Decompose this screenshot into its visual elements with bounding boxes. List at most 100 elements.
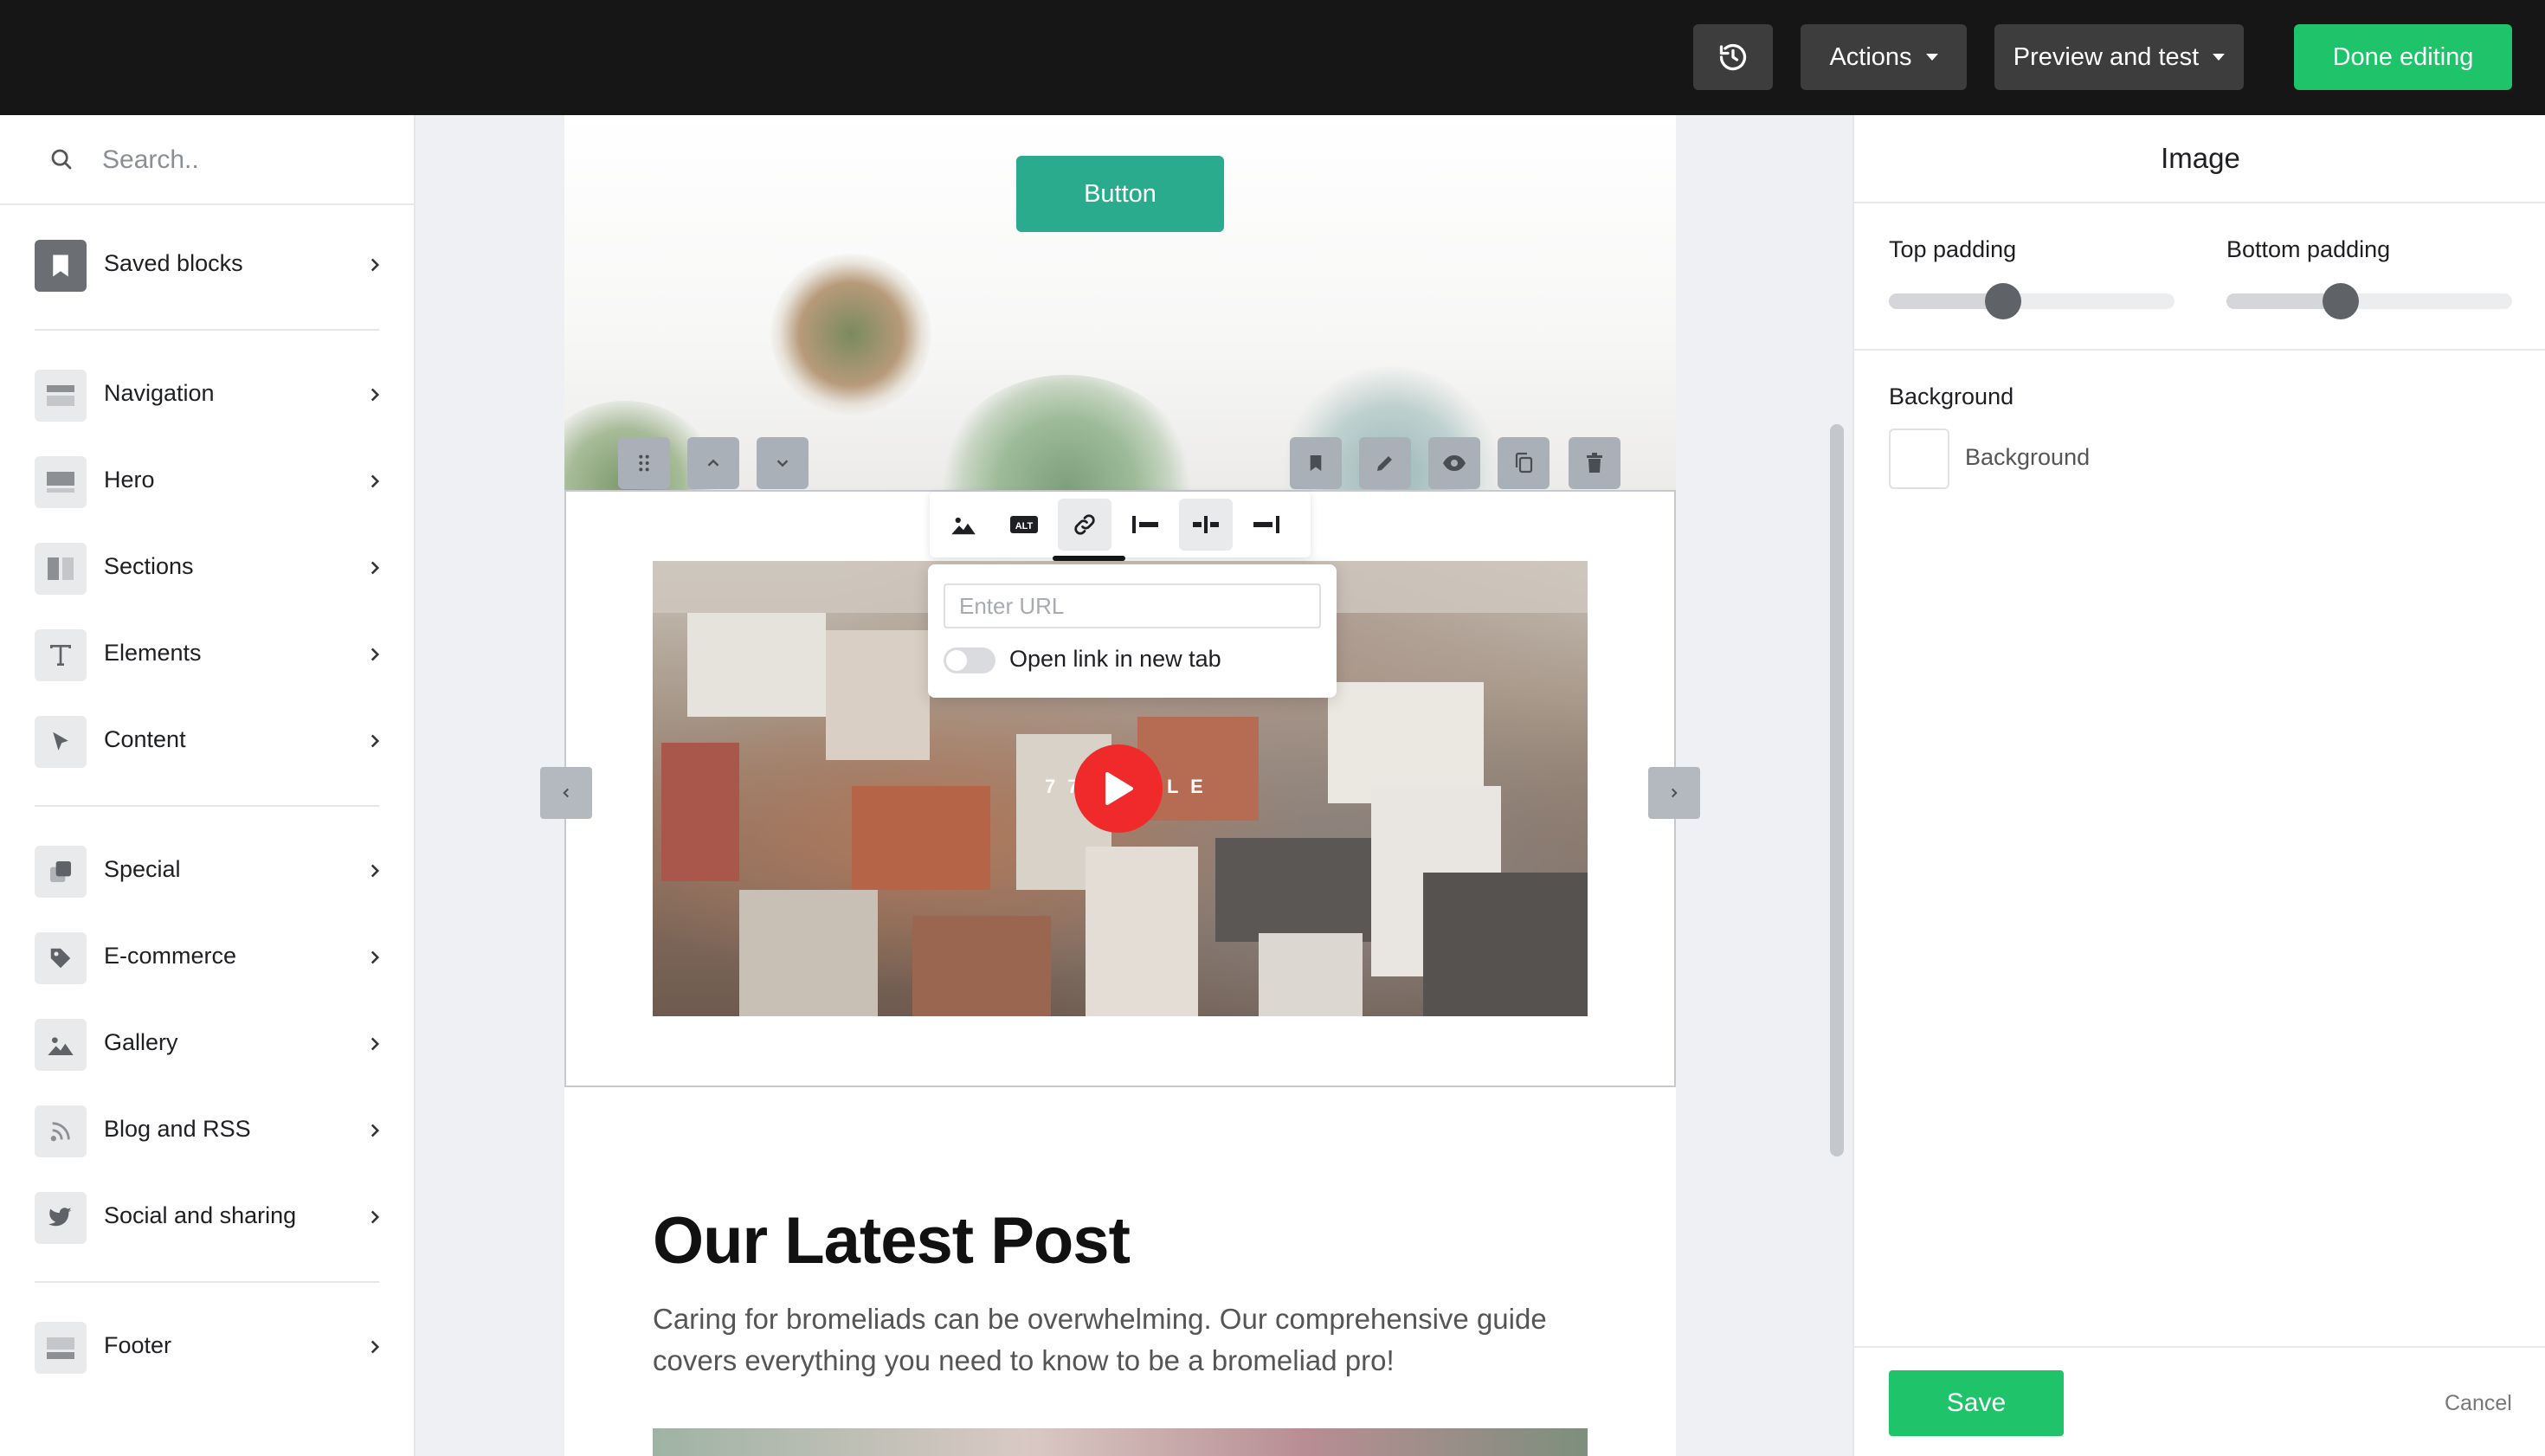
move-down-button[interactable]	[757, 437, 809, 489]
post-image[interactable]	[653, 1428, 1588, 1456]
align-center-button[interactable]	[1179, 499, 1233, 551]
sidebar-item-hero[interactable]: Hero	[0, 448, 414, 517]
svg-text:ALT: ALT	[1015, 521, 1034, 532]
previous-arrow-button[interactable]	[540, 767, 592, 819]
drag-handle[interactable]	[618, 437, 670, 489]
sidebar-item-elements[interactable]: Elements	[0, 621, 414, 690]
link-icon	[1074, 514, 1095, 535]
link-button[interactable]	[1058, 499, 1111, 551]
background-label: Background	[1965, 444, 2091, 470]
properties-panel: Image Top padding Bottom padding Backgro…	[1852, 115, 2545, 1456]
toggle-visibility-button[interactable]	[1428, 437, 1480, 489]
bookmark-icon	[1310, 455, 1322, 471]
sidebar-item-label: Navigation	[104, 380, 215, 406]
sidebar-item-label: Saved blocks	[104, 250, 243, 276]
chevron-right-icon	[370, 647, 380, 661]
eye-icon	[1443, 455, 1466, 471]
search-input[interactable]	[102, 138, 388, 183]
chevron-right-icon	[370, 258, 380, 272]
sidebar-item-content[interactable]: Content	[0, 707, 414, 776]
hero-button-label: Button	[1084, 179, 1157, 208]
sidebar-item-social-and-sharing[interactable]: Social and sharing	[0, 1183, 414, 1253]
sidebar-item-sections[interactable]: Sections	[0, 534, 414, 603]
actions-label: Actions	[1829, 42, 1912, 71]
save-label: Save	[1946, 1388, 2007, 1417]
image-icon	[951, 517, 976, 535]
drag-handle-icon	[639, 454, 649, 472]
trash-icon	[1587, 453, 1602, 473]
align-right-button[interactable]	[1240, 499, 1293, 551]
new-tab-toggle[interactable]	[944, 647, 995, 673]
sidebar-item-label: Footer	[104, 1332, 172, 1358]
preview-label: Preview and test	[2013, 42, 2200, 71]
caret-down-icon	[1925, 54, 1938, 61]
url-input[interactable]	[944, 583, 1321, 628]
post-title: Our Latest Post	[653, 1204, 1131, 1278]
duplicate-block-button[interactable]	[1498, 437, 1550, 489]
caret-down-icon	[2213, 54, 2226, 61]
slider-knob[interactable]	[1985, 283, 2021, 319]
bottom-padding-label: Bottom padding	[2226, 236, 2391, 262]
text-icon	[35, 629, 87, 681]
align-left-button[interactable]	[1118, 499, 1172, 551]
background-heading: Background	[1889, 383, 2014, 409]
chevron-right-icon	[370, 1340, 380, 1354]
cancel-link[interactable]: Cancel	[2445, 1391, 2512, 1416]
sidebar-item-saved-blocks[interactable]: Saved blocks	[0, 231, 414, 300]
sidebar-item-special[interactable]: Special	[0, 837, 414, 906]
sidebar-item-footer[interactable]: Footer	[0, 1313, 414, 1382]
active-tab-indicator	[1053, 556, 1125, 561]
chevron-right-icon	[370, 474, 380, 488]
chevron-right-icon	[370, 734, 380, 748]
twitter-icon	[35, 1192, 87, 1244]
done-editing-button[interactable]: Done editing	[2294, 24, 2512, 90]
move-up-button[interactable]	[687, 437, 739, 489]
bookmark-icon	[35, 240, 87, 292]
sidebar-item-navigation[interactable]: Navigation	[0, 361, 414, 430]
sidebar-item-label: Sections	[104, 553, 194, 579]
play-button[interactable]	[1074, 744, 1163, 833]
pencil-icon	[1377, 456, 1392, 471]
sidebar-divider	[35, 1281, 379, 1283]
delete-block-button[interactable]	[1569, 437, 1620, 489]
blocks-sidebar: Saved blocks Navigation Hero Sections El…	[0, 115, 416, 1456]
sidebar-item-gallery[interactable]: Gallery	[0, 1010, 414, 1079]
chevron-left-icon	[563, 788, 569, 798]
panel-footer: Save Cancel	[1854, 1346, 2545, 1456]
save-block-button[interactable]	[1290, 437, 1342, 489]
done-editing-label: Done editing	[2332, 42, 2474, 71]
sidebar-item-label: Social and sharing	[104, 1202, 297, 1228]
chevron-right-icon	[370, 1210, 380, 1224]
panel-divider	[1854, 349, 2545, 351]
alt-text-button[interactable]: ALT	[997, 499, 1051, 551]
chevron-right-icon	[370, 561, 380, 575]
actions-dropdown[interactable]: Actions	[1801, 24, 1967, 90]
top-bar: Actions Preview and test Done editing	[0, 0, 2545, 115]
edit-block-button[interactable]	[1359, 437, 1411, 489]
rss-icon	[35, 1105, 87, 1157]
preview-dropdown[interactable]: Preview and test	[1994, 24, 2244, 90]
replace-image-button[interactable]	[937, 499, 990, 551]
panel-title: Image	[1854, 115, 2545, 203]
special-icon	[35, 846, 87, 898]
search-bar	[0, 115, 414, 205]
sidebar-divider	[35, 329, 379, 331]
slider-knob[interactable]	[2323, 283, 2359, 319]
save-button[interactable]: Save	[1889, 1370, 2064, 1436]
sidebar-item-blog-and-rss[interactable]: Blog and RSS	[0, 1097, 414, 1166]
sidebar-item-label: Blog and RSS	[104, 1116, 251, 1142]
hero-icon	[35, 456, 87, 508]
background-color-swatch[interactable]	[1889, 428, 1949, 489]
sidebar-item-e-commerce[interactable]: E-commerce	[0, 924, 414, 993]
chevron-right-icon	[370, 1037, 380, 1051]
copy-icon	[1515, 452, 1533, 474]
next-arrow-button[interactable]	[1648, 767, 1700, 819]
hero-button[interactable]: Button	[1016, 156, 1224, 232]
sidebar-item-label: Gallery	[104, 1029, 178, 1055]
sidebar-divider	[35, 805, 379, 807]
canvas-scrollbar[interactable]	[1830, 424, 1844, 1156]
bottom-padding-slider[interactable]	[2226, 283, 2512, 319]
sidebar-item-label: Hero	[104, 467, 155, 493]
top-padding-slider[interactable]	[1889, 283, 2175, 319]
history-button[interactable]	[1693, 24, 1773, 90]
